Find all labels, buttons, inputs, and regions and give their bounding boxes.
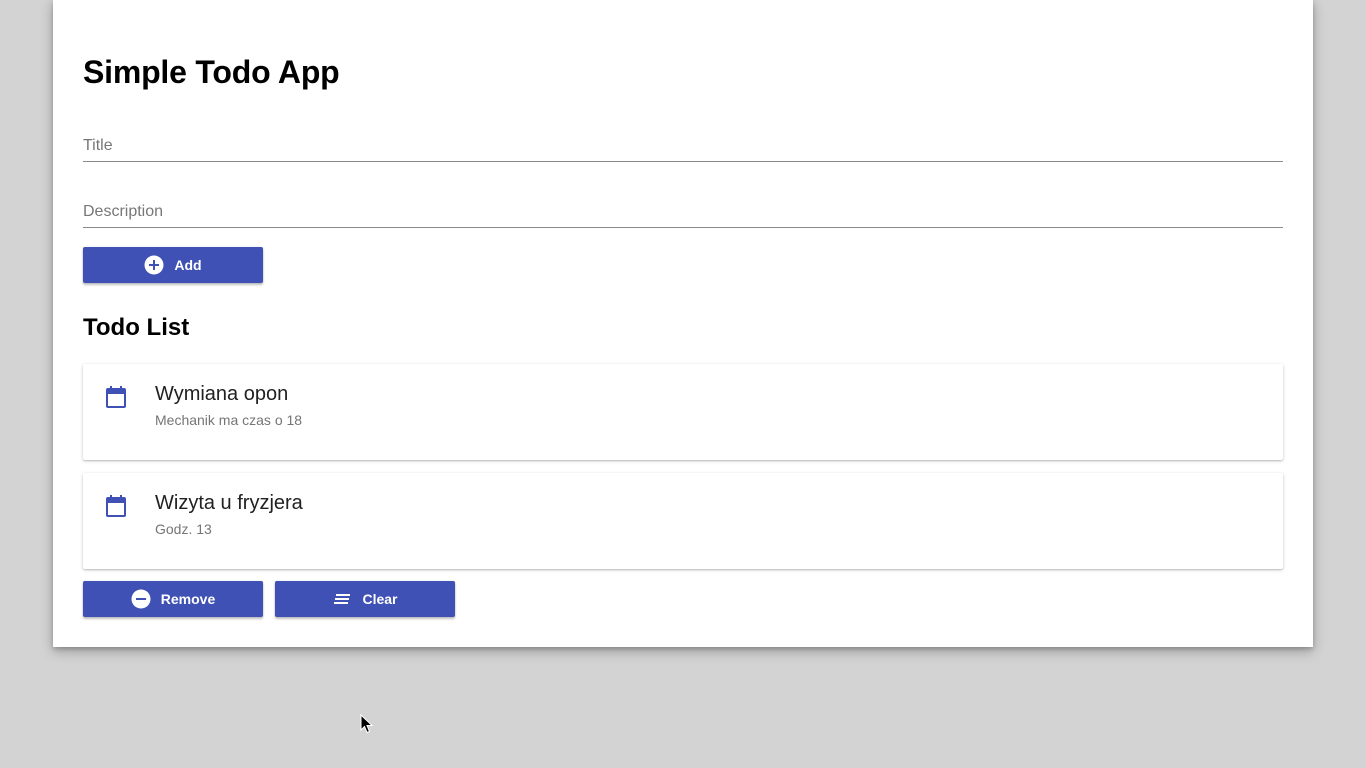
page-title: Simple Todo App (83, 54, 340, 90)
title-field[interactable] (83, 131, 1283, 162)
clear-button-label: Clear (362, 591, 398, 607)
todo-list-heading: Todo List (83, 314, 190, 341)
title-input[interactable] (83, 137, 1283, 155)
mouse-pointer-icon (360, 713, 374, 734)
clear-all-icon (332, 589, 352, 609)
todo-title: Wymiana opon (155, 383, 289, 405)
todo-item[interactable]: Wymiana opon Mechanik ma czas o 18 (83, 364, 1283, 460)
remove-circle-icon (131, 589, 151, 609)
remove-button[interactable]: Remove (83, 581, 263, 617)
clear-button[interactable]: Clear (275, 581, 455, 617)
calendar-icon (105, 386, 127, 408)
add-circle-icon (144, 255, 164, 275)
remove-button-label: Remove (160, 591, 216, 607)
add-button-label: Add (174, 257, 202, 273)
add-button[interactable]: Add (83, 247, 263, 283)
description-input[interactable] (83, 203, 1283, 221)
todo-item[interactable]: Wizyta u fryzjera Godz. 13 (83, 473, 1283, 569)
todo-description: Godz. 13 (155, 521, 212, 537)
app-card: Simple Todo App Add Todo List (53, 0, 1313, 647)
description-field[interactable] (83, 197, 1283, 228)
calendar-icon (105, 495, 127, 517)
todo-description: Mechanik ma czas o 18 (155, 412, 303, 428)
todo-title: Wizyta u fryzjera (155, 492, 303, 514)
